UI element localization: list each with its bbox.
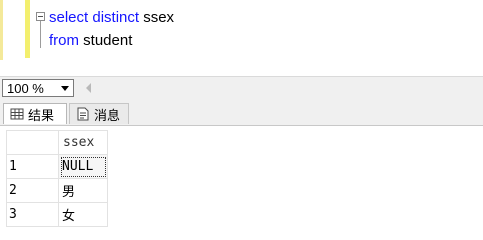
message-icon <box>76 107 90 121</box>
table-row: 2 男 <box>6 178 108 203</box>
tab-results[interactable]: 结果 <box>3 103 67 124</box>
horizontal-scrollbar[interactable] <box>96 77 483 99</box>
row-number[interactable]: 2 <box>6 178 59 203</box>
collapse-region-icon[interactable] <box>36 12 45 21</box>
code-line-2[interactable]: from student <box>49 32 132 49</box>
results-grid: ssex 1 NULL 2 男 3 女 <box>6 130 108 227</box>
tab-messages-label: 消息 <box>94 108 121 124</box>
zoom-bar: 100 % <box>0 76 483 100</box>
zoom-dropdown[interactable]: 100 % <box>2 79 74 97</box>
row-number[interactable]: 1 <box>6 154 59 179</box>
zoom-value: 100 % <box>7 81 44 96</box>
tab-results-label: 结果 <box>28 108 55 124</box>
column-header-ssex[interactable]: ssex <box>58 130 108 155</box>
header-row: ssex <box>6 130 108 155</box>
query-editor[interactable]: select distinct ssex from student <box>0 0 483 75</box>
table-cell[interactable]: 女 <box>58 202 108 227</box>
grid-corner[interactable] <box>6 130 59 155</box>
keyword-distinct: distinct <box>92 9 140 26</box>
chevron-down-icon[interactable] <box>61 86 69 91</box>
selection-margin <box>25 0 30 58</box>
code-line-1[interactable]: select distinct ssex <box>49 9 174 26</box>
table-row: 3 女 <box>6 202 108 227</box>
outline-guide <box>40 21 41 48</box>
results-tab-bar: 结果 消息 <box>0 100 483 126</box>
keyword-select: select <box>49 9 89 26</box>
table-row: 1 NULL <box>6 154 108 179</box>
table-cell[interactable]: 男 <box>58 178 108 203</box>
table-cell[interactable]: NULL <box>58 154 108 179</box>
results-grid-area: ssex 1 NULL 2 男 3 女 <box>0 126 483 230</box>
column-identifier: ssex <box>143 9 175 26</box>
table-identifier: student <box>83 32 133 49</box>
tab-messages[interactable]: 消息 <box>69 103 129 124</box>
change-indicator <box>0 0 3 60</box>
keyword-from: from <box>49 32 79 49</box>
row-number[interactable]: 3 <box>6 202 59 227</box>
grid-icon <box>10 107 24 121</box>
scroll-left-arrow-icon[interactable] <box>86 83 91 93</box>
